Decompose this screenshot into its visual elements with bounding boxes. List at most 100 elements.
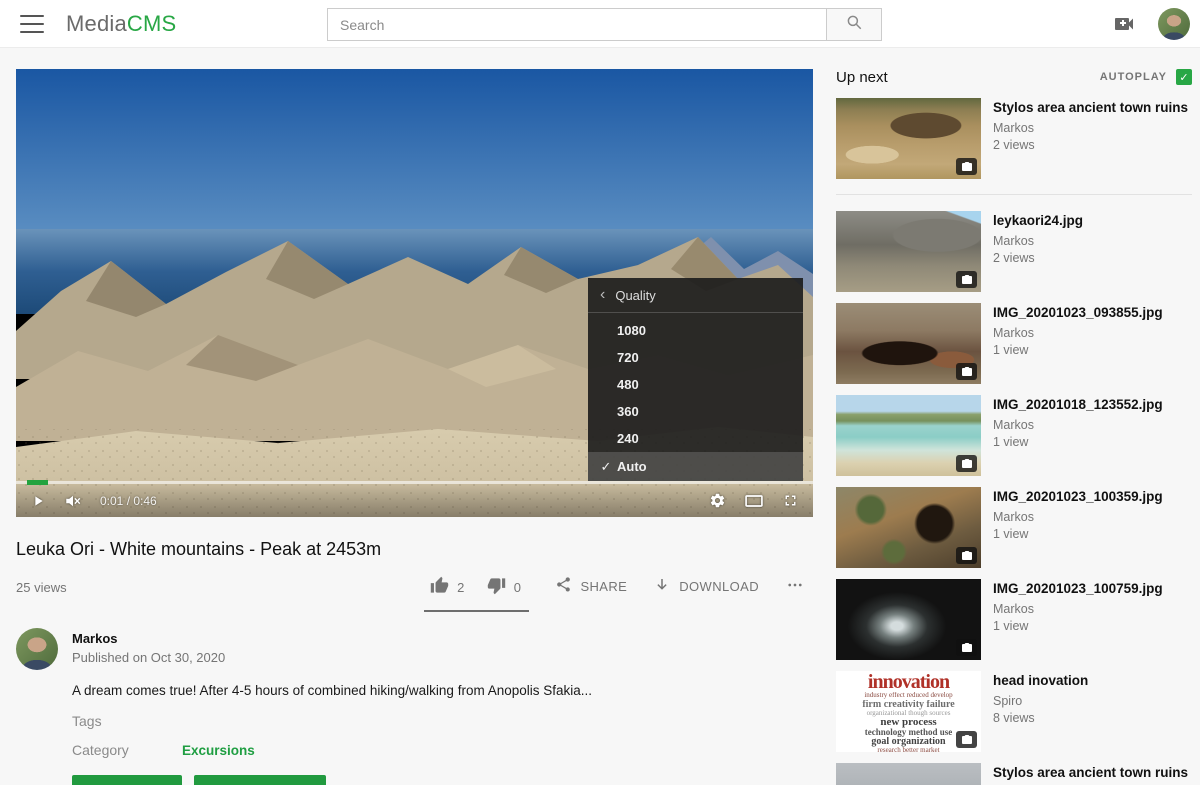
download-button[interactable]: DOWNLOAD bbox=[653, 572, 759, 597]
related-media-item[interactable]: IMG_20201023_100759.jpg Markos 1 view bbox=[836, 579, 1192, 660]
play-button[interactable] bbox=[30, 493, 46, 509]
more-options-button[interactable] bbox=[785, 572, 805, 597]
quality-options: 1080 720 480 360 240 bbox=[588, 313, 803, 481]
quality-menu-title: Quality bbox=[615, 288, 655, 303]
rating-group: 2 0 bbox=[424, 572, 529, 612]
related-thumbnail[interactable] bbox=[836, 211, 981, 292]
author-avatar[interactable] bbox=[16, 628, 58, 670]
dislike-button[interactable]: 0 bbox=[487, 576, 522, 598]
related-author: Markos bbox=[993, 602, 1163, 616]
action-bar: 2 0 SHARE bbox=[424, 572, 813, 612]
related-media-list: Stylos area ancient town ruins Markos 2 … bbox=[836, 98, 1192, 785]
ellipsis-icon bbox=[785, 576, 805, 597]
up-next-sidebar: Up next AUTOPLAY ✓ Stylos area ancient t… bbox=[836, 64, 1192, 785]
related-thumbnail[interactable] bbox=[836, 579, 981, 660]
image-type-badge bbox=[956, 455, 977, 472]
related-title[interactable]: IMG_20201023_100759.jpg bbox=[993, 580, 1163, 597]
related-title[interactable]: IMG_20201023_093855.jpg bbox=[993, 304, 1163, 321]
related-media-item[interactable]: Stylos area ancient town ruins bbox=[836, 763, 1192, 785]
share-icon bbox=[555, 576, 572, 596]
download-label: DOWNLOAD bbox=[679, 579, 759, 594]
autoplay-label: AUTOPLAY bbox=[1100, 71, 1167, 83]
camera-icon bbox=[961, 550, 973, 562]
logo[interactable]: MediaCMS bbox=[66, 11, 176, 37]
related-title[interactable]: head inovation bbox=[993, 672, 1088, 689]
related-views: 2 views bbox=[993, 138, 1188, 152]
edit-media-button[interactable]: EDIT MEDIA bbox=[72, 775, 182, 785]
settings-gear-icon[interactable] bbox=[709, 492, 726, 509]
camera-icon bbox=[961, 642, 973, 654]
related-media-item[interactable]: leykaori24.jpg Markos 2 views bbox=[836, 211, 1192, 292]
upload-media-icon[interactable] bbox=[1112, 12, 1136, 36]
player-controls: 0:01 / 0:46 bbox=[16, 481, 813, 517]
category-link[interactable]: Excursions bbox=[182, 743, 255, 758]
quality-option[interactable]: 240 bbox=[588, 425, 803, 452]
thumb-up-icon bbox=[430, 576, 449, 598]
related-author: Markos bbox=[993, 121, 1188, 135]
related-thumbnail[interactable] bbox=[836, 487, 981, 568]
related-media-item[interactable]: IMG_20201023_100359.jpg Markos 1 view bbox=[836, 487, 1192, 568]
related-media-item[interactable]: IMG_20201018_123552.jpg Markos 1 view bbox=[836, 395, 1192, 476]
views-count: 25 views bbox=[16, 572, 67, 595]
publish-date: Published on Oct 30, 2020 bbox=[72, 650, 225, 665]
check-icon: ✓ bbox=[1179, 71, 1188, 84]
media-description: A dream comes true! After 4-5 hours of c… bbox=[72, 682, 813, 700]
share-label: SHARE bbox=[580, 579, 627, 594]
related-title[interactable]: Stylos area ancient town ruins bbox=[993, 99, 1188, 116]
meta-row: 25 views 2 0 bbox=[16, 572, 813, 612]
list-separator bbox=[836, 194, 1192, 195]
up-next-header: Up next AUTOPLAY ✓ bbox=[836, 64, 1192, 90]
theater-mode-icon[interactable] bbox=[744, 493, 764, 509]
autoplay-control: AUTOPLAY ✓ bbox=[1100, 69, 1192, 85]
quality-option[interactable]: 1080 bbox=[588, 317, 803, 344]
related-thumbnail[interactable] bbox=[836, 763, 981, 785]
search-input[interactable] bbox=[327, 8, 826, 41]
image-type-badge bbox=[956, 363, 977, 380]
image-type-badge bbox=[956, 158, 977, 175]
related-title[interactable]: IMG_20201023_100359.jpg bbox=[993, 488, 1163, 505]
media-title: Leuka Ori - White mountains - Peak at 24… bbox=[16, 537, 813, 561]
search-button[interactable] bbox=[826, 8, 882, 41]
related-author: Markos bbox=[993, 418, 1163, 432]
mute-icon[interactable] bbox=[64, 492, 82, 510]
autoplay-checkbox[interactable]: ✓ bbox=[1176, 69, 1192, 85]
category-label: Category bbox=[72, 742, 182, 758]
check-icon: ✓ bbox=[598, 452, 614, 481]
quality-option[interactable]: ✓ Auto bbox=[588, 452, 803, 481]
time-display: 0:01 / 0:46 bbox=[100, 494, 157, 508]
quality-option[interactable]: 480 bbox=[588, 371, 803, 398]
quality-menu: ‹ Quality 1080 720 480 bbox=[588, 278, 803, 481]
user-avatar[interactable] bbox=[1158, 8, 1190, 40]
like-button[interactable]: 2 bbox=[430, 576, 465, 598]
related-author: Spiro bbox=[993, 694, 1088, 708]
header-right bbox=[1112, 0, 1190, 48]
top-bar: MediaCMS bbox=[0, 0, 1200, 48]
delete-media-button[interactable]: DELETE MEDIA bbox=[194, 775, 325, 785]
related-title[interactable]: leykaori24.jpg bbox=[993, 212, 1083, 229]
author-section: Markos Published on Oct 30, 2020 bbox=[16, 628, 813, 670]
page: MediaCMS bbox=[0, 0, 1200, 785]
main-content: ‹ Quality 1080 720 480 bbox=[16, 69, 813, 785]
quality-option[interactable]: 360 bbox=[588, 398, 803, 425]
related-title[interactable]: IMG_20201018_123552.jpg bbox=[993, 396, 1163, 413]
related-title[interactable]: Stylos area ancient town ruins bbox=[993, 764, 1188, 781]
logo-media: Media bbox=[66, 11, 127, 36]
related-thumbnail[interactable] bbox=[836, 98, 981, 179]
related-media-item[interactable]: innovationindustry effect reduced develo… bbox=[836, 671, 1192, 752]
quality-menu-back[interactable]: ‹ Quality bbox=[588, 278, 803, 313]
menu-button[interactable] bbox=[20, 15, 44, 33]
author-name[interactable]: Markos bbox=[72, 631, 225, 646]
quality-option[interactable]: 720 bbox=[588, 344, 803, 371]
related-media-item[interactable]: IMG_20201023_093855.jpg Markos 1 view bbox=[836, 303, 1192, 384]
share-button[interactable]: SHARE bbox=[555, 572, 627, 596]
related-thumbnail[interactable]: innovationindustry effect reduced develo… bbox=[836, 671, 981, 752]
download-icon bbox=[653, 576, 671, 597]
media-buttons: EDIT MEDIA DELETE MEDIA bbox=[72, 775, 813, 785]
related-thumbnail[interactable] bbox=[836, 395, 981, 476]
related-author: Markos bbox=[993, 326, 1163, 340]
related-thumbnail[interactable] bbox=[836, 303, 981, 384]
image-type-badge bbox=[956, 547, 977, 564]
fullscreen-icon[interactable] bbox=[782, 492, 799, 509]
video-player[interactable]: ‹ Quality 1080 720 480 bbox=[16, 69, 813, 517]
related-media-item[interactable]: Stylos area ancient town ruins Markos 2 … bbox=[836, 98, 1192, 179]
